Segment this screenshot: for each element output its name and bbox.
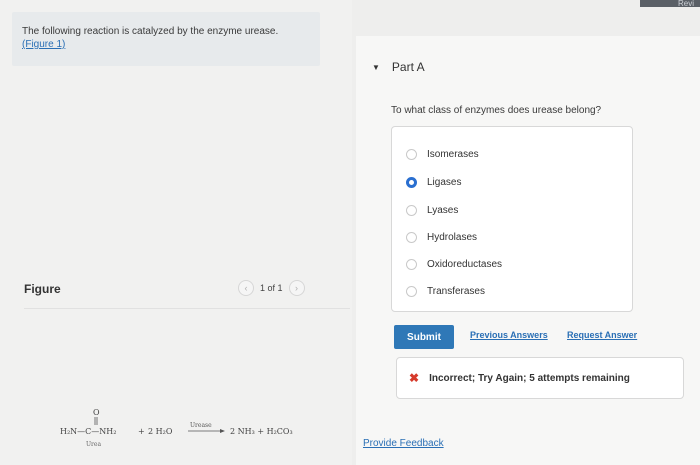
- option-label: Hydrolases: [427, 232, 478, 243]
- enzyme-label: Urease: [190, 422, 212, 429]
- radio-button[interactable]: [406, 232, 417, 243]
- feedback-text: Incorrect; Try Again; 5 attempts remaini…: [429, 372, 630, 384]
- urea-formula: H₂N—C—NH₂: [60, 427, 117, 436]
- figure-bar: Figure ‹ 1 of 1 ›: [24, 280, 354, 306]
- option-label: Isomerases: [427, 149, 479, 160]
- answer-options: Isomerases Ligases Lyases Hydrolases Oxi…: [391, 126, 633, 312]
- submit-button[interactable]: Submit: [394, 325, 454, 349]
- caret-down-icon[interactable]: ▼: [372, 63, 380, 72]
- part-a-header[interactable]: ▼ Part A: [372, 60, 425, 74]
- figure-title: Figure: [24, 282, 61, 296]
- option-transferases[interactable]: Transferases: [406, 286, 485, 297]
- option-ligases[interactable]: Ligases: [406, 177, 461, 188]
- option-isomerases[interactable]: Isomerases: [406, 149, 479, 160]
- chevron-right-icon[interactable]: ›: [288, 280, 305, 296]
- radio-button[interactable]: [406, 205, 417, 216]
- request-answer-link[interactable]: Request Answer: [567, 330, 637, 340]
- water-formula: 2 H₂O: [148, 427, 173, 436]
- provide-feedback-link[interactable]: Provide Feedback: [363, 438, 444, 449]
- radio-button[interactable]: [406, 149, 417, 160]
- review-tab-fragment[interactable]: Revi: [640, 0, 700, 8]
- radio-button-selected[interactable]: [406, 177, 417, 188]
- question-text: To what class of enzymes does urease bel…: [391, 105, 602, 116]
- x-icon: ✖: [409, 371, 420, 385]
- figure-link[interactable]: (Figure 1): [22, 39, 65, 50]
- radio-button[interactable]: [406, 286, 417, 297]
- option-lyases[interactable]: Lyases: [406, 205, 458, 216]
- option-oxidoreductases[interactable]: Oxidoreductases: [406, 259, 502, 270]
- plus-sign: +: [138, 427, 145, 436]
- products-formula: 2 NH₃ + H₂CO₃: [230, 427, 293, 436]
- option-label: Oxidoreductases: [427, 259, 503, 270]
- feedback-box: ✖ Incorrect; Try Again; 5 attempts remai…: [396, 357, 684, 399]
- figure-divider: [24, 308, 350, 309]
- option-label: Transferases: [427, 286, 485, 297]
- option-label: Ligases: [427, 177, 462, 188]
- figure-pager: ‹ 1 of 1 ›: [238, 280, 305, 296]
- previous-answers-link[interactable]: Previous Answers: [470, 330, 548, 340]
- equation-svg: O H₂N—C—NH₂ Urea + 2 H₂O Urease 2 NH₃ + …: [60, 408, 293, 448]
- radio-button[interactable]: [406, 259, 417, 270]
- left-pane: [0, 0, 352, 465]
- carbonyl-oxygen: O: [93, 408, 100, 417]
- part-label: Part A: [391, 60, 425, 74]
- chevron-left-icon[interactable]: ‹: [238, 280, 254, 296]
- option-label: Lyases: [427, 205, 459, 216]
- urea-name: Urea: [86, 441, 101, 448]
- intro-text: The following reaction is catalyzed by t…: [22, 26, 279, 37]
- reaction-equation: O H₂N—C—NH₂ Urea + 2 H₂O Urease 2 NH₃ + …: [60, 406, 340, 456]
- review-tab-label: Revi: [677, 0, 694, 8]
- intro-box: The following reaction is catalyzed by t…: [12, 12, 320, 66]
- pager-text: 1 of 1: [260, 283, 283, 293]
- option-hydrolases[interactable]: Hydrolases: [406, 232, 477, 243]
